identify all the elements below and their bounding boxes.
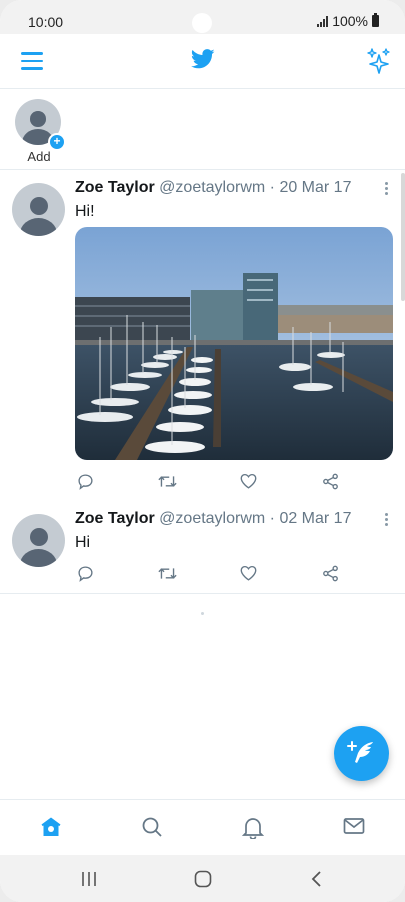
plus-icon: + (48, 133, 66, 151)
battery-icon (372, 13, 379, 27)
author-name[interactable]: Zoe Taylor (75, 510, 155, 527)
date-separator: · (265, 179, 280, 196)
loading-indicator (201, 612, 204, 615)
reply-icon[interactable] (77, 473, 94, 490)
search-icon[interactable] (141, 816, 163, 838)
fleets-row: + Add (0, 89, 405, 170)
tweet-photo[interactable] (75, 227, 393, 460)
tweet-date: 02 Mar 17 (279, 510, 352, 527)
system-navigation-bar (0, 855, 405, 902)
scrollbar[interactable] (401, 173, 405, 301)
author-handle: @zoetaylorwm (159, 510, 266, 527)
marina-photo (75, 227, 393, 460)
tweet[interactable]: Zoe Taylor @zoetaylorwm · 02 Mar 17 Hi (0, 502, 405, 594)
like-icon[interactable] (240, 473, 257, 489)
avatar (12, 183, 65, 236)
add-fleet-button[interactable]: + Add (15, 99, 66, 164)
back-icon[interactable] (308, 870, 326, 888)
app-header (0, 34, 405, 89)
more-options-icon[interactable] (385, 513, 389, 528)
tweet-avatar[interactable] (12, 183, 65, 236)
retweet-icon[interactable] (158, 473, 177, 490)
tweet-actions (0, 565, 405, 587)
tweet-actions (0, 473, 405, 495)
date-separator: · (265, 510, 280, 527)
status-indicators: 100% (317, 13, 379, 29)
tweet-header: Zoe Taylor @zoetaylorwm · 20 Mar 17 (75, 179, 351, 197)
mail-icon[interactable] (343, 816, 365, 836)
share-icon[interactable] (322, 565, 339, 582)
add-fleet-label: Add (27, 149, 51, 164)
tweet-avatar[interactable] (12, 514, 65, 567)
tweet[interactable]: Zoe Taylor @zoetaylorwm · 20 Mar 17 Hi! (0, 171, 405, 503)
compose-tweet-button[interactable] (334, 726, 389, 781)
author-name[interactable]: Zoe Taylor (75, 179, 155, 196)
bell-icon[interactable] (242, 816, 264, 839)
avatar (12, 514, 65, 567)
battery-percent: 100% (332, 13, 368, 29)
sparkle-icon[interactable] (367, 48, 391, 74)
bottom-navigation (0, 799, 405, 855)
compose-feather-icon (347, 741, 373, 763)
recent-apps-icon[interactable] (80, 870, 98, 888)
tweet-date: 20 Mar 17 (279, 179, 352, 196)
tweet-text: Hi! (75, 203, 95, 220)
twitter-bird-icon (191, 49, 215, 69)
author-handle: @zoetaylorwm (159, 179, 266, 196)
tweet-header: Zoe Taylor @zoetaylorwm · 02 Mar 17 (75, 510, 351, 528)
status-bar: 10:00 100% (0, 0, 405, 34)
status-time: 10:00 (28, 14, 64, 30)
home-icon[interactable] (40, 816, 62, 838)
home-button-icon[interactable] (194, 870, 212, 888)
retweet-icon[interactable] (158, 565, 177, 582)
reply-icon[interactable] (77, 565, 94, 582)
signal-icon (317, 15, 329, 27)
phone-screen: 10:00 100% + Add Zoe Taylor @zoetaylorwm… (0, 0, 405, 902)
tweet-text: Hi (75, 534, 91, 551)
more-options-icon[interactable] (385, 182, 389, 197)
share-icon[interactable] (322, 473, 339, 490)
menu-icon[interactable] (21, 52, 43, 70)
like-icon[interactable] (240, 565, 257, 581)
front-camera (192, 13, 212, 33)
